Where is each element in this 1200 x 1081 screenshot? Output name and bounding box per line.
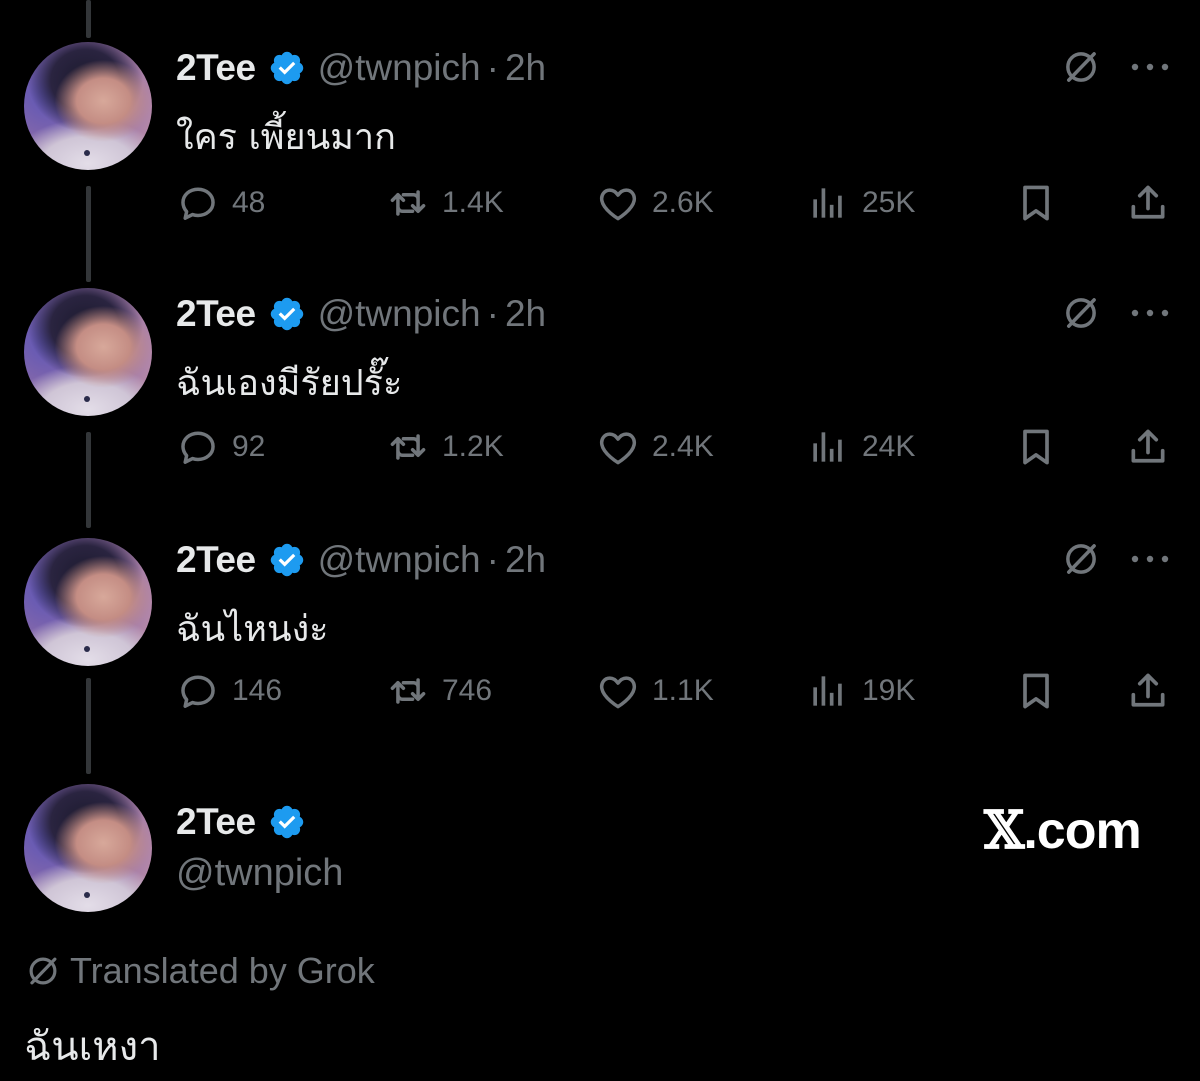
timestamp[interactable]: 2h [505,293,546,335]
tweet[interactable]: 2Tee @twnpich · 2h ฉันไหนง่ะ 146 746 1.1… [0,492,1200,742]
bookmark-button[interactable] [1014,668,1058,714]
repost-count: 746 [442,674,493,707]
repost-icon [390,678,426,704]
avatar[interactable] [24,784,152,912]
grok-icon [29,957,57,985]
grok-icon[interactable] [1060,538,1102,580]
separator: · [486,539,499,580]
display-name[interactable]: 2Tee [176,801,256,843]
bookmark-button[interactable] [1014,180,1058,226]
bookmark-button[interactable] [1014,424,1058,470]
tweet-header: 2Tee @twnpich · 2h [176,46,546,90]
timestamp[interactable]: 2h [505,47,546,89]
verified-badge-icon[interactable] [268,541,306,579]
focused-tweet[interactable] [0,740,1200,1081]
translated-text: ฉันเหงา [24,1024,161,1070]
views-count: 25K [862,186,916,219]
reply-icon [181,431,215,464]
tweet-header: 2Tee @twnpich · 2h [176,538,546,582]
repost-icon [390,434,426,460]
repost-icon [390,190,426,216]
like-icon [599,432,637,465]
display-name[interactable]: 2Tee [176,293,256,335]
share-icon [1131,185,1165,219]
views-button[interactable]: 25K [806,180,915,226]
timestamp[interactable]: 2h [505,539,546,581]
like-icon [599,188,637,221]
share-button[interactable] [1126,668,1170,714]
share-button[interactable] [1126,424,1170,470]
tweet[interactable]: 2Tee @twnpich · 2h ฉันเองมีรัยปรั๊ะ 92 1… [0,246,1200,496]
share-button[interactable] [1126,180,1170,226]
tweet-text: ฉันเองมีรัยปรั๊ะ [176,363,403,404]
like-count: 2.4K [652,430,714,463]
more-icon[interactable] [1130,62,1170,72]
reply-button[interactable]: 146 [176,668,282,714]
focused-tweet-header: 2Tee [176,800,306,844]
like-button[interactable]: 2.6K [596,180,714,226]
reply-count: 146 [232,674,283,707]
more-icon[interactable] [1130,308,1170,318]
user-handle[interactable]: @twnpich [318,539,481,581]
translated-label: Translated by Grok [70,950,375,991]
like-count: 1.1K [652,674,714,707]
like-count: 2.6K [652,186,714,219]
repost-count: 1.4K [442,186,504,219]
like-button[interactable]: 2.4K [596,424,714,470]
translated-by-grok[interactable]: Translated by Grok [24,950,375,992]
x-brand-logo: 𝕏.com [984,800,1142,861]
bookmark-icon [1023,673,1049,709]
reply-button[interactable]: 48 [176,180,265,226]
like-button[interactable]: 1.1K [596,668,714,714]
views-count: 24K [862,430,916,463]
more-icon[interactable] [1130,554,1170,564]
action-bar: 92 1.2K 2.4K 24K [176,424,1176,470]
bookmark-icon [1023,185,1049,221]
display-name[interactable]: 2Tee [176,539,256,581]
separator: · [486,293,499,334]
grok-icon[interactable] [1060,292,1102,334]
views-icon [813,432,842,462]
views-count: 19K [862,674,916,707]
views-button[interactable]: 24K [806,424,915,470]
bookmark-icon [1023,429,1049,465]
repost-button[interactable]: 746 [386,668,492,714]
repost-count: 1.2K [442,430,504,463]
reply-icon [181,187,215,220]
reply-button[interactable]: 92 [176,424,265,470]
grok-icon[interactable] [1060,46,1102,88]
tweet[interactable]: 2Tee @twnpich · 2h ใคร เพี้ยนมาก 48 1.4K… [0,0,1200,250]
tweet-header: 2Tee @twnpich · 2h [176,292,546,336]
reply-count: 92 [232,430,266,463]
views-icon [813,188,842,218]
display-name[interactable]: 2Tee [176,47,256,89]
avatar[interactable] [24,538,152,666]
views-button[interactable]: 19K [806,668,915,714]
repost-button[interactable]: 1.4K [386,180,504,226]
x-logo-glyph: 𝕏 [984,800,1024,861]
share-icon [1131,429,1165,463]
verified-badge-icon[interactable] [268,49,306,87]
reply-count: 48 [232,186,266,219]
user-handle[interactable]: @twnpich [318,47,481,89]
reply-icon [181,675,215,708]
x-brand-suffix: .com [1023,802,1141,860]
verified-badge-icon[interactable] [268,803,306,841]
repost-button[interactable]: 1.2K [386,424,504,470]
separator: · [486,47,499,88]
avatar[interactable] [24,288,152,416]
action-bar: 48 1.4K 2.6K 25K [176,180,1176,226]
views-icon [813,676,842,706]
like-icon [599,676,637,709]
user-handle[interactable]: @twnpich [176,852,343,895]
user-handle[interactable]: @twnpich [318,293,481,335]
tweet-text: ใคร เพี้ยนมาก [176,117,396,158]
share-icon [1131,673,1165,707]
verified-badge-icon[interactable] [268,295,306,333]
avatar[interactable] [24,42,152,170]
action-bar: 146 746 1.1K 19K [176,668,1176,714]
tweet-text: ฉันไหนง่ะ [176,609,329,650]
